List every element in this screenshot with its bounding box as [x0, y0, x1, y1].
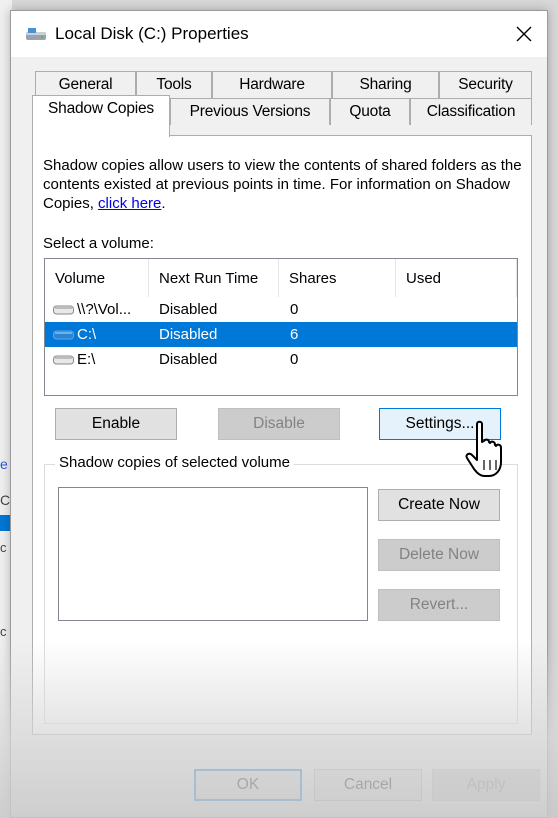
description-suffix: .	[161, 195, 166, 212]
background-selection-fragment	[0, 515, 10, 531]
column-header-used[interactable]: Used	[396, 259, 517, 297]
volume-list[interactable]: Volume Next Run Time Shares Used \\?\Vol…	[44, 258, 518, 396]
create-now-button[interactable]: Create Now	[378, 489, 500, 521]
column-label: Next Run Time	[159, 269, 259, 287]
volume-name: C:\	[77, 326, 97, 343]
tab-shadow-copies[interactable]: Shadow Copies	[32, 95, 170, 137]
column-header-next-run-time[interactable]: Next Run Time	[149, 259, 279, 297]
next-run-cell: Disabled	[159, 326, 218, 343]
drive-icon	[53, 330, 74, 339]
enable-button[interactable]: Enable	[55, 408, 177, 440]
tab-general[interactable]: General	[35, 71, 136, 98]
groupbox-label: Shadow copies of selected volume	[55, 454, 294, 471]
title-bar[interactable]: Local Disk (C:) Properties	[11, 11, 547, 57]
shadow-copies-list[interactable]	[58, 487, 368, 621]
tab-label: Sharing	[359, 76, 412, 93]
tab-classification[interactable]: Classification	[410, 98, 532, 125]
drive-icon	[53, 355, 74, 364]
apply-button[interactable]: Apply	[432, 769, 540, 801]
revert-button[interactable]: Revert...	[378, 589, 500, 621]
tab-label: Classification	[426, 103, 516, 120]
tab-label: Quota	[349, 103, 391, 120]
tab-label: General	[58, 76, 113, 93]
shadow-copies-panel: Shadow copies allow users to view the co…	[32, 135, 532, 735]
volume-list-header: Volume Next Run Time Shares Used	[45, 259, 517, 297]
tab-label: Hardware	[239, 76, 305, 93]
volume-name: \\?\Vol...	[77, 301, 132, 318]
table-row[interactable]: C:\ Disabled 6	[45, 322, 517, 347]
shares-cell: 6	[290, 326, 299, 343]
column-label: Volume	[55, 269, 106, 287]
help-link[interactable]: click here	[98, 195, 161, 212]
cancel-button[interactable]: Cancel	[314, 769, 422, 801]
close-button[interactable]	[501, 11, 547, 57]
background-text-fragment: c	[0, 624, 7, 639]
column-label: Shares	[289, 269, 337, 287]
tab-quota[interactable]: Quota	[330, 98, 410, 125]
column-header-shares[interactable]: Shares	[279, 259, 396, 297]
volume-cell: \\?\Vol...	[53, 297, 131, 322]
background-text-fragment: C	[0, 492, 11, 508]
background-text-fragment: c	[0, 540, 7, 555]
shares-cell: 0	[290, 351, 299, 368]
properties-dialog: Local Disk (C:) Properties General Tools…	[10, 10, 548, 818]
volume-name: E:\	[77, 351, 96, 368]
table-row[interactable]: \\?\Vol... Disabled 0	[45, 297, 517, 322]
tab-previous-versions[interactable]: Previous Versions	[170, 98, 330, 125]
tab-label: Shadow Copies	[48, 100, 154, 117]
close-icon	[516, 26, 532, 42]
volume-cell: C:\	[53, 322, 96, 347]
volume-cell: E:\	[53, 347, 95, 372]
column-label: Used	[406, 269, 442, 287]
tab-sharing[interactable]: Sharing	[332, 71, 439, 98]
tab-label: Tools	[156, 76, 192, 93]
pointer-cursor-icon	[465, 420, 502, 477]
column-header-volume[interactable]: Volume	[45, 259, 149, 297]
select-volume-label: Select a volume:	[43, 235, 154, 252]
tab-hardware[interactable]: Hardware	[212, 71, 332, 98]
drive-icon	[26, 28, 46, 40]
window-title: Local Disk (C:) Properties	[55, 24, 249, 43]
description-text: Shadow copies allow users to view the co…	[43, 156, 523, 213]
delete-now-button[interactable]: Delete Now	[378, 539, 500, 571]
background-text-fragment: e	[0, 456, 8, 472]
tab-tools[interactable]: Tools	[136, 71, 212, 98]
next-run-cell: Disabled	[159, 301, 218, 318]
tab-label: Previous Versions	[189, 103, 311, 120]
drive-icon	[53, 305, 74, 314]
tab-label: Security	[458, 76, 513, 93]
shares-cell: 0	[290, 301, 299, 318]
ok-button[interactable]: OK	[194, 769, 302, 801]
tab-security[interactable]: Security	[439, 71, 532, 98]
disable-button[interactable]: Disable	[218, 408, 340, 440]
next-run-cell: Disabled	[159, 351, 218, 368]
table-row[interactable]: E:\ Disabled 0	[45, 347, 517, 372]
